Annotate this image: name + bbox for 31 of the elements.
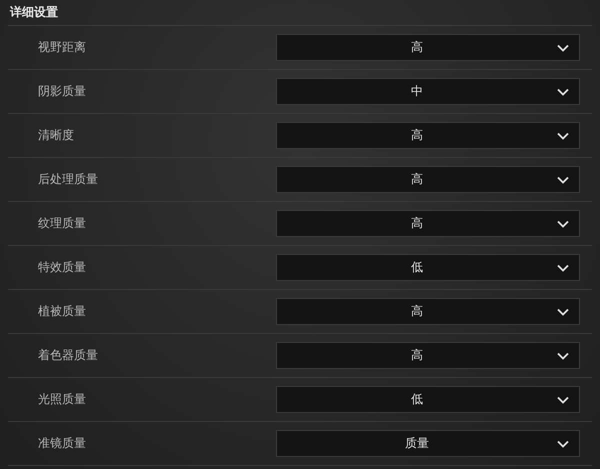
dropdown-select[interactable]: 高 (276, 34, 580, 61)
chevron-down-icon (557, 396, 569, 404)
chevron-down-icon (557, 88, 569, 96)
setting-label: 特效质量 (37, 259, 87, 276)
chevron-down-icon (557, 352, 569, 360)
dropdown-select[interactable]: 高 (276, 166, 580, 193)
dropdown-select[interactable]: 高 (276, 342, 580, 369)
setting-label: 准镜质量 (37, 435, 87, 452)
chevron-down-icon (557, 44, 569, 52)
chevron-down-icon (557, 176, 569, 184)
setting-label: 阴影质量 (37, 83, 87, 100)
setting-label: 光照质量 (37, 391, 87, 408)
chevron-down-icon (557, 220, 569, 228)
dropdown-select[interactable]: 中 (276, 78, 580, 105)
setting-label: 植被质量 (37, 303, 87, 320)
setting-label: 清晰度 (37, 127, 75, 144)
dropdown-select[interactable]: 高 (276, 210, 580, 237)
section-title: 详细设置 (8, 0, 592, 26)
dropdown-select[interactable]: 低 (276, 254, 580, 281)
setting-label: 视野距离 (37, 39, 87, 56)
setting-label: 着色器质量 (37, 347, 99, 364)
setting-label: 后处理质量 (37, 171, 99, 188)
dropdown-select[interactable]: 低 (276, 386, 580, 413)
chevron-down-icon (557, 440, 569, 448)
setting-label: 纹理质量 (37, 215, 87, 232)
chevron-down-icon (557, 132, 569, 140)
dropdown-select[interactable]: 质量 (276, 430, 580, 457)
chevron-down-icon (557, 308, 569, 316)
dropdown-select[interactable]: 高 (276, 122, 580, 149)
dropdown-select[interactable]: 高 (276, 298, 580, 325)
chevron-down-icon (557, 264, 569, 272)
